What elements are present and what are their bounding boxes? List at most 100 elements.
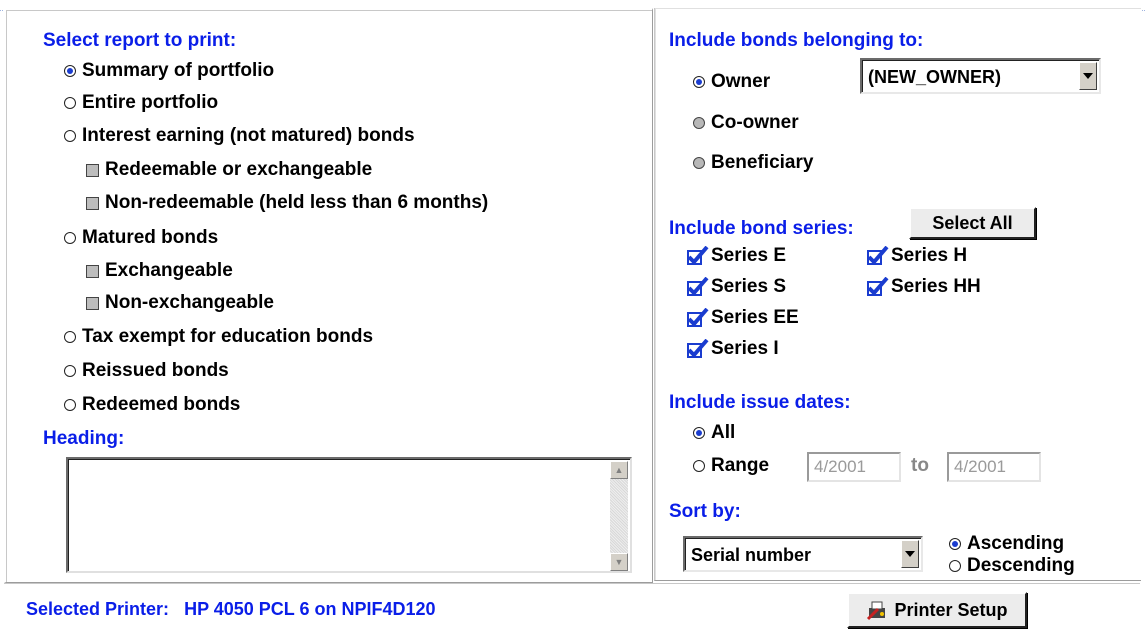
option-label: Redeemed bonds: [82, 394, 241, 415]
radio-dates-all[interactable]: All: [693, 421, 735, 445]
radio-icon: [64, 365, 76, 377]
owner-select-value: (NEW_OWNER): [868, 67, 1001, 87]
option-label: Tax exempt for education bonds: [82, 326, 374, 347]
checkbox-series-s[interactable]: Series S: [687, 275, 786, 299]
beneficiary-label: Beneficiary: [711, 152, 814, 173]
select-all-button[interactable]: Select All: [909, 207, 1036, 239]
radio-icon: [64, 97, 76, 109]
owner-label: Owner: [711, 71, 771, 92]
printer-footer: Selected Printer: HP 4050 PCL 6 on NPIF4…: [4, 583, 1140, 634]
series-label: Series EE: [711, 307, 799, 328]
radio-dates-range[interactable]: Range: [693, 454, 769, 478]
checkbox-disabled-icon: [86, 196, 99, 210]
checkbox-non-exchangeable[interactable]: Non-exchangeable: [86, 291, 274, 315]
radio-redeemed[interactable]: Redeemed bonds: [64, 393, 240, 417]
option-label: Matured bonds: [82, 227, 219, 248]
series-label: Series H: [891, 245, 968, 266]
options-panel: Include bonds belonging to: Owner (NEW_O…: [654, 8, 1141, 581]
option-label: Reissued bonds: [82, 360, 229, 381]
checkbox-redeemable[interactable]: Redeemable or exchangeable: [86, 158, 372, 182]
option-label: Non-exchangeable: [105, 292, 274, 313]
option-label: Entire portfolio: [82, 92, 219, 113]
selected-printer: Selected Printer: HP 4050 PCL 6 on NPIF4…: [26, 599, 436, 620]
checkmark-icon: [867, 277, 889, 297]
option-label: Exchangeable: [105, 260, 233, 281]
chevron-down-icon[interactable]: [901, 540, 919, 568]
radio-owner[interactable]: Owner: [693, 70, 770, 94]
radio-matured-bonds[interactable]: Matured bonds: [64, 226, 218, 250]
checkbox-disabled-icon: [86, 163, 99, 177]
checkbox-exchangeable[interactable]: Exchangeable: [86, 259, 233, 283]
checkbox-disabled-icon: [86, 296, 99, 310]
sort-title: Sort by:: [669, 501, 741, 522]
dates-to-label: to: [911, 454, 929, 478]
sort-select-value: Serial number: [691, 545, 812, 565]
radio-selected-icon: [693, 427, 705, 439]
radio-icon: [949, 560, 961, 572]
owner-select[interactable]: (NEW_OWNER): [860, 58, 1101, 94]
radio-interest-earning[interactable]: Interest earning (not matured) bonds: [64, 124, 415, 148]
coowner-label: Co-owner: [711, 112, 799, 133]
series-label: Series S: [711, 276, 786, 297]
radio-icon: [64, 399, 76, 411]
radio-ascending[interactable]: Ascending: [949, 532, 1064, 556]
checkmark-icon: [867, 246, 889, 266]
chevron-down-icon[interactable]: [1079, 62, 1097, 90]
checkmark-icon: [687, 308, 709, 328]
radio-beneficiary[interactable]: Beneficiary: [693, 151, 813, 175]
checkbox-series-ee[interactable]: Series EE: [687, 306, 799, 330]
report-panel: Select report to print: Summary of portf…: [4, 8, 653, 583]
radio-icon: [64, 130, 76, 142]
dates-all-label: All: [711, 422, 736, 443]
heading-scrollbar[interactable]: ▲ ▼: [610, 461, 628, 571]
checkbox-series-i[interactable]: Series I: [687, 337, 779, 361]
checkmark-icon: [687, 277, 709, 297]
option-label: Summary of portfolio: [82, 60, 275, 81]
checkbox-series-hh[interactable]: Series HH: [867, 275, 981, 299]
radio-reissued[interactable]: Reissued bonds: [64, 359, 229, 383]
radio-icon: [693, 460, 705, 472]
radio-disabled-icon: [693, 117, 705, 129]
radio-selected-icon: [64, 65, 76, 77]
radio-selected-icon: [693, 76, 705, 88]
dates-range-label: Range: [711, 455, 770, 476]
series-title: Include bond series:: [669, 218, 854, 239]
printer-setup-icon: [866, 599, 888, 621]
option-label: Interest earning (not matured) bonds: [82, 125, 415, 146]
heading-textarea[interactable]: ▲ ▼: [66, 457, 632, 573]
checkbox-series-h[interactable]: Series H: [867, 244, 967, 268]
printer-setup-button[interactable]: Printer Setup: [847, 592, 1027, 628]
sort-select[interactable]: Serial number: [683, 536, 923, 572]
date-to-input[interactable]: 4/2001: [947, 452, 1041, 482]
radio-tax-exempt[interactable]: Tax exempt for education bonds: [64, 325, 373, 349]
to-text: to: [911, 455, 929, 476]
printer-setup-label: Printer Setup: [894, 599, 1008, 620]
heading-label: Heading:: [43, 428, 125, 449]
dates-title: Include issue dates:: [669, 392, 851, 413]
radio-descending[interactable]: Descending: [949, 554, 1075, 578]
belonging-title: Include bonds belonging to:: [669, 30, 924, 51]
radio-icon: [64, 331, 76, 343]
radio-disabled-icon: [693, 157, 705, 169]
radio-summary-of-portfolio[interactable]: Summary of portfolio: [64, 59, 274, 83]
date-from-input[interactable]: 4/2001: [807, 452, 901, 482]
descending-label: Descending: [967, 555, 1075, 576]
checkbox-disabled-icon: [86, 264, 99, 278]
scroll-up-icon[interactable]: ▲: [610, 461, 628, 479]
scroll-down-icon[interactable]: ▼: [610, 553, 628, 571]
series-label: Series HH: [891, 276, 981, 297]
checkmark-icon: [687, 246, 709, 266]
radio-entire-portfolio[interactable]: Entire portfolio: [64, 91, 218, 115]
checkbox-series-e[interactable]: Series E: [687, 244, 786, 268]
series-label: Series I: [711, 338, 779, 359]
checkbox-non-redeemable[interactable]: Non-redeemable (held less than 6 months): [86, 191, 488, 215]
radio-icon: [64, 232, 76, 244]
printer-name: HP 4050 PCL 6 on NPIF4D120: [184, 599, 436, 619]
series-label: Series E: [711, 245, 786, 266]
ascending-label: Ascending: [967, 533, 1065, 554]
checkmark-icon: [687, 339, 709, 359]
report-section-title: Select report to print:: [43, 30, 237, 51]
option-label: Non-redeemable (held less than 6 months): [105, 192, 489, 213]
option-label: Redeemable or exchangeable: [105, 159, 373, 180]
radio-coowner[interactable]: Co-owner: [693, 111, 799, 135]
